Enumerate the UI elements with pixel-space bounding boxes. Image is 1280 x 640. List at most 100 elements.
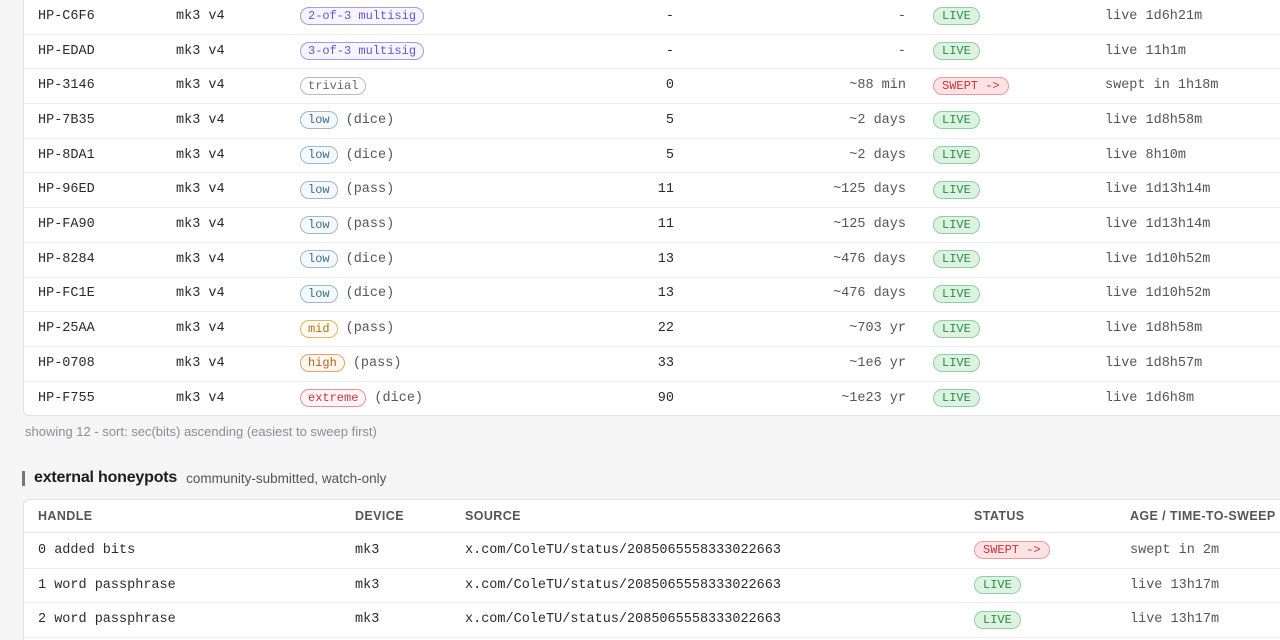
bits-cell: 5 — [665, 147, 674, 163]
status-badge: LIVE — [933, 111, 980, 130]
status-badge: LIVE — [933, 284, 980, 303]
table-row[interactable]: 1 word passphrase mk3 x.com/ColeTU/status/… — [24, 568, 1280, 604]
table-row[interactable]: HP-8284 mk3 v4 low (dice) 13 ~476 days LIVE liv… — [24, 242, 1280, 278]
table-row[interactable]: HP-7B35 mk3 v4 low (dice) 5 ~2 days LIVE live 1… — [24, 103, 1280, 139]
status-badge: LIVE — [974, 610, 1021, 629]
handle-cell: HP-3146 — [38, 78, 95, 94]
security-cell: high (pass) — [300, 346, 401, 381]
table-row[interactable]: HP-96ED mk3 v4 low (pass) 11 ~125 days LIVE liv… — [24, 173, 1280, 209]
bits-cell: 13 — [657, 251, 674, 267]
handle-cell: HP-25AA — [38, 321, 95, 337]
time-to-sweep-cell: ~703 yr — [849, 321, 906, 337]
device-cell: mk3 v4 — [176, 112, 225, 128]
device-cell: mk3 v4 — [176, 43, 225, 59]
status-cell: LIVE — [933, 34, 980, 69]
table-row[interactable]: HP-0708 mk3 v4 high (pass) 33 ~1e6 yr LIVE live… — [24, 346, 1280, 382]
status-cell: SWEPT -> — [933, 68, 1009, 103]
handle-cell: HP-8DA1 — [38, 147, 95, 163]
column-header-handle[interactable]: HANDLE — [38, 500, 92, 532]
table-row[interactable]: HP-8DA1 mk3 v4 low (dice) 5 ~2 days LIVE live 8… — [24, 138, 1280, 174]
source-link[interactable]: x.com/ColeTU/status/2085065558333022663 — [465, 533, 781, 568]
handle-cell: HP-0708 — [38, 355, 95, 371]
status-badge: LIVE — [933, 42, 980, 61]
status-cell: LIVE — [933, 103, 980, 138]
bits-cell: - — [665, 43, 674, 59]
time-to-sweep-cell: - — [897, 43, 906, 59]
handle-cell: 2 word passphrase — [38, 612, 176, 628]
status-cell: LIVE — [933, 242, 980, 277]
status-badge: LIVE — [974, 576, 1021, 595]
table-row[interactable]: 2 word passphrase mk3 x.com/ColeTU/status/… — [24, 602, 1280, 639]
handle-cell: HP-EDAD — [38, 43, 95, 59]
status-cell: LIVE — [933, 207, 980, 242]
status-badge[interactable]: SWEPT -> — [974, 541, 1050, 560]
source-link[interactable]: x.com/ColeTU/status/2085065558333022663 — [465, 602, 781, 637]
security-chip: low — [300, 284, 338, 303]
table-row[interactable]: HP-FA90 mk3 v4 low (pass) 11 ~125 days LIVE liv… — [24, 207, 1280, 243]
table-row[interactable]: HP-C6F6 mk3 v4 2-of-3 multisig - - LIVE live 1… — [24, 0, 1280, 35]
handle-cell: HP-FA90 — [38, 217, 95, 233]
security-chip: extreme — [300, 389, 367, 408]
age-cell: live 1d13h14m — [1105, 217, 1211, 233]
column-header-device[interactable]: DEVICE — [355, 500, 404, 532]
age-cell: swept in 2m — [1130, 542, 1220, 558]
security-source: (pass) — [345, 182, 395, 198]
time-to-sweep-cell: ~125 days — [833, 217, 906, 233]
time-to-sweep-cell: ~2 days — [849, 147, 906, 163]
status-badge: LIVE — [933, 180, 980, 199]
age-cell: live 8h10m — [1105, 147, 1187, 163]
table-row[interactable]: HP-EDAD mk3 v4 3-of-3 multisig - - LIVE live 1… — [24, 34, 1280, 70]
security-source: (pass) — [345, 217, 395, 233]
handle-cell: 0 added bits — [38, 542, 136, 558]
handle-cell: HP-C6F6 — [38, 8, 95, 24]
table-row[interactable]: 0 added bits mk3 x.com/ColeTU/status/20850… — [24, 533, 1280, 569]
table-row[interactable]: HP-25AA mk3 v4 mid (pass) 22 ~703 yr LIVE live … — [24, 311, 1280, 347]
security-source: (dice) — [345, 147, 395, 163]
age-cell: swept in 1h18m — [1105, 78, 1219, 94]
security-source: (pass) — [352, 355, 402, 371]
security-chip: 2-of-3 multisig — [300, 7, 425, 26]
security-chip: trivial — [300, 76, 367, 95]
table-row[interactable]: HP-F755 mk3 v4 extreme (dice) 90 ~1e23 yr LIVE… — [24, 381, 1280, 416]
external-honeypots-table: HANDLE DEVICE SOURCE STATUS AGE / TIME-T… — [23, 499, 1280, 640]
bits-cell: 0 — [665, 78, 674, 94]
table-row[interactable]: HP-FC1E mk3 v4 low (dice) 13 ~476 days LIVE liv… — [24, 277, 1280, 313]
source-link[interactable]: x.com/ColeTU/status/2085065558333022663 — [465, 568, 781, 603]
column-header-age[interactable]: AGE / TIME-TO-SWEEP — [1130, 500, 1276, 532]
time-to-sweep-cell: ~88 min — [849, 78, 906, 94]
device-cell: mk3 v4 — [176, 355, 225, 371]
age-cell: live 1d8h57m — [1105, 355, 1203, 371]
security-source: (pass) — [345, 321, 395, 337]
bits-cell: 90 — [657, 390, 674, 406]
device-cell: mk3 v4 — [176, 78, 225, 94]
column-header-status[interactable]: STATUS — [974, 500, 1025, 532]
security-cell: low (pass) — [300, 207, 394, 242]
security-chip: low — [300, 111, 338, 130]
time-to-sweep-cell: ~476 days — [833, 286, 906, 302]
status-badge: LIVE — [933, 354, 980, 373]
age-cell: live 1d13h14m — [1105, 182, 1211, 198]
section-title: external honeypots — [34, 469, 178, 486]
security-source: (dice) — [345, 286, 395, 302]
time-to-sweep-cell: ~476 days — [833, 251, 906, 267]
age-cell: live 1d8h58m — [1105, 112, 1203, 128]
handle-cell: HP-F755 — [38, 390, 95, 406]
bits-cell: 33 — [657, 355, 674, 371]
handle-cell: HP-FC1E — [38, 286, 95, 302]
status-cell: LIVE — [933, 311, 980, 346]
table-row[interactable]: HP-3146 mk3 v4 trivial 0 ~88 min SWEPT -> swep… — [24, 68, 1280, 105]
bits-cell: 11 — [657, 182, 674, 198]
age-cell: live 1d6h8m — [1105, 390, 1195, 406]
security-cell: mid (pass) — [300, 311, 394, 346]
security-chip: high — [300, 354, 345, 373]
status-cell: LIVE — [933, 346, 980, 381]
column-header-source[interactable]: SOURCE — [465, 500, 521, 532]
status-badge: LIVE — [933, 146, 980, 165]
time-to-sweep-cell: ~125 days — [833, 182, 906, 198]
security-cell: 2-of-3 multisig — [300, 0, 425, 34]
status-cell: LIVE — [974, 602, 1021, 637]
device-cell: mk3 v4 — [176, 321, 225, 337]
handle-cell: HP-7B35 — [38, 112, 95, 128]
status-badge: LIVE — [933, 250, 980, 269]
status-badge[interactable]: SWEPT -> — [933, 76, 1009, 95]
